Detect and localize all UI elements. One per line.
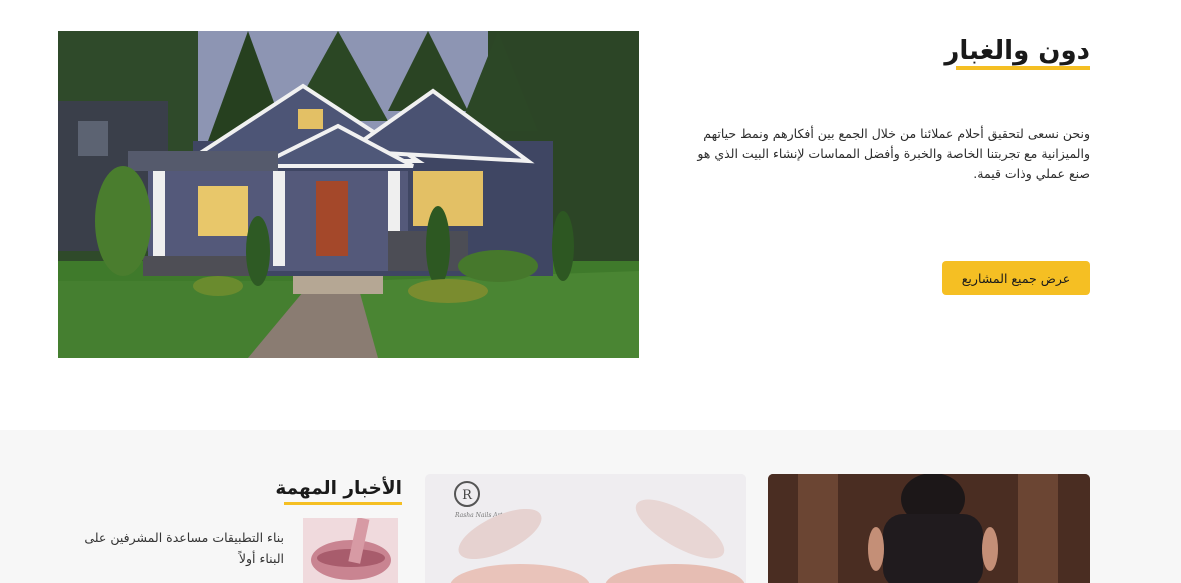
title-underline [956, 66, 1090, 70]
news-item-thumbnail[interactable] [303, 518, 398, 583]
view-all-projects-button[interactable]: عرض جميع المشاريع [942, 261, 1090, 295]
hero-description: ونحن نسعى لتحقيق أحلام عملائنا من خلال ا… [697, 126, 1090, 181]
news-item-title[interactable]: بناء التطبيقات مساعدة المشرفين على البنا… [84, 527, 284, 569]
news-card-nails[interactable]: R Rasha Nails Art [425, 474, 746, 583]
hero-title: دون والغبار [944, 36, 1090, 66]
brand-logo-letter: R [462, 488, 473, 503]
news-card-dress[interactable] [768, 474, 1090, 583]
house-illustration [58, 31, 639, 358]
hero-house-image [58, 31, 639, 358]
dress-image [768, 474, 1090, 583]
nails-image: R Rasha Nails Art [425, 474, 746, 583]
news-section-title: الأخبار المهمة [275, 478, 402, 499]
news-section: الأخبار المهمة بناء التطبيقات مساعدة الم… [0, 430, 1181, 583]
lipstick-image [303, 518, 398, 583]
news-title-underline [284, 502, 402, 505]
